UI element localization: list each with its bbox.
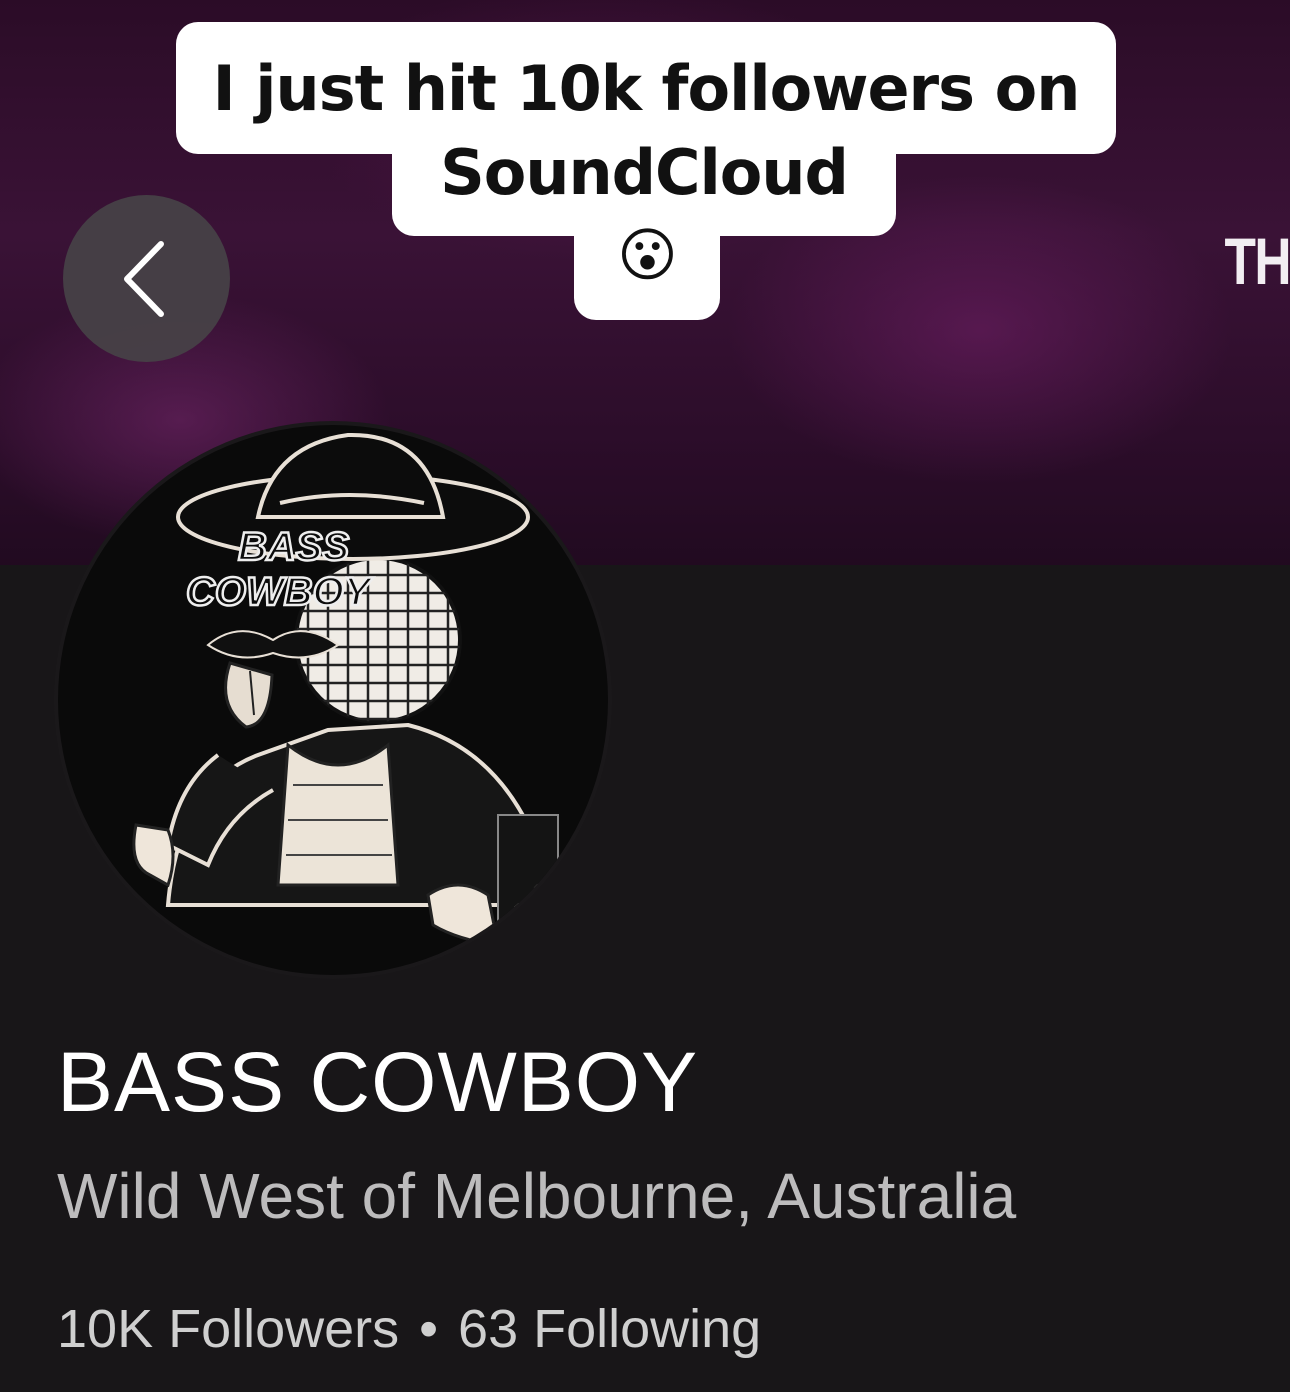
logo-text-line2: COWBOY — [186, 570, 374, 614]
stats-separator: • — [419, 1299, 439, 1359]
logo-text-line1: BASS — [238, 525, 349, 569]
artist-location: Wild West of Melbourne, Australia — [57, 1160, 1017, 1232]
artist-name: BASS COWBOY — [57, 1035, 699, 1129]
caption-emoji: 😮 — [617, 221, 677, 289]
follow-stats: 10K Followers • 63 Following — [57, 1302, 761, 1356]
avatar[interactable]: BASS COWBOY — [58, 425, 608, 975]
video-caption: I just hit 10k followers on SoundCloud 😮 — [0, 0, 1290, 330]
caption-line-1: I just hit 10k followers on — [212, 52, 1081, 125]
followers-count[interactable]: 10K Followers — [57, 1299, 399, 1359]
following-count[interactable]: 63 Following — [458, 1299, 761, 1359]
bass-cowboy-logo: BASS COWBOY — [132, 432, 559, 947]
caption-line-2: SoundCloud — [440, 136, 849, 209]
